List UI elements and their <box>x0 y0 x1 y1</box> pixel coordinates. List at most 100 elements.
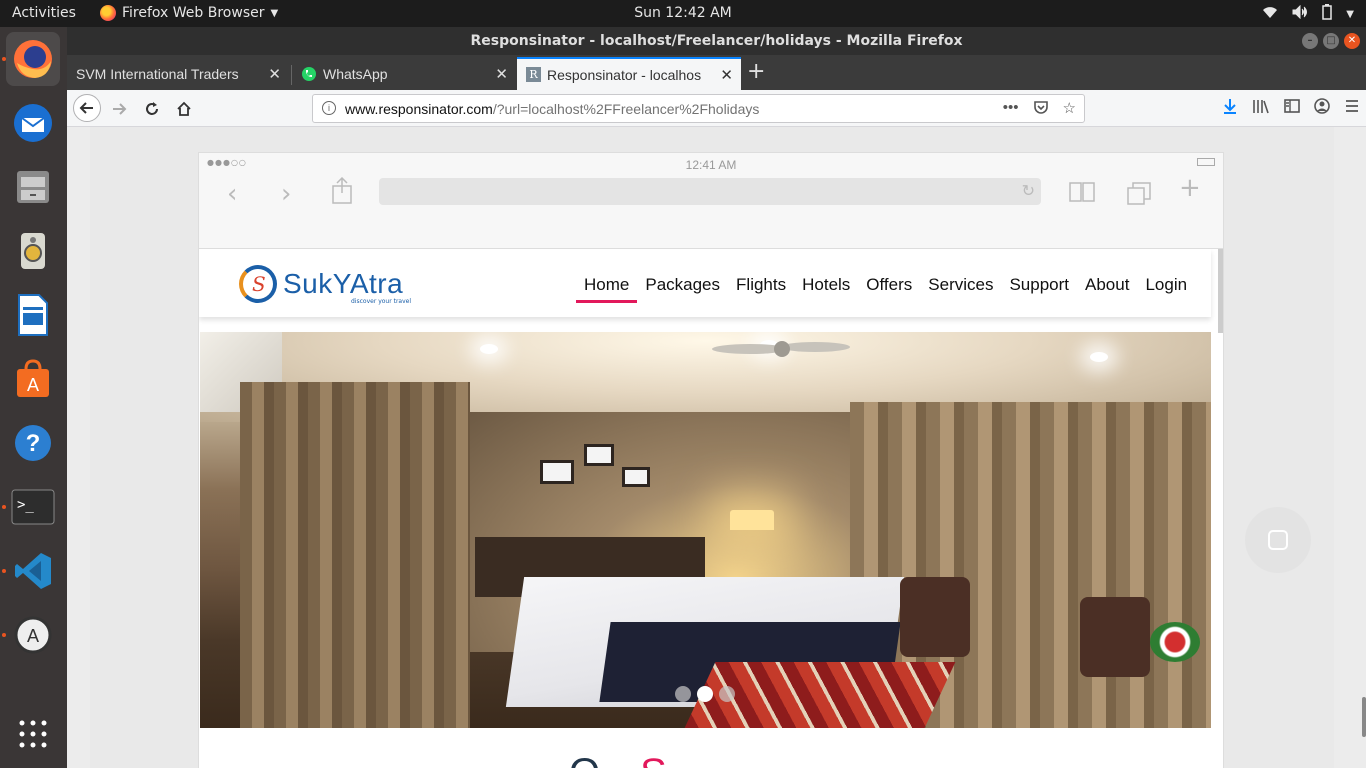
url-text[interactable]: www.responsinator.com/?url=localhost%2FF… <box>345 101 759 117</box>
info-icon[interactable]: i <box>322 101 336 115</box>
dock-help[interactable]: ? <box>6 416 60 470</box>
close-tab-icon[interactable]: ✕ <box>495 65 508 83</box>
app-menu-label: Firefox Web Browser <box>122 5 265 21</box>
reload-icon <box>146 102 158 115</box>
wall-frame <box>584 444 614 466</box>
dock-rhythmbox[interactable] <box>6 224 60 278</box>
floor-lamp <box>730 510 774 530</box>
safari-tabs-icon <box>1127 181 1153 209</box>
sukyatra-website: S SukYAtra discover your travel Home Pac… <box>199 249 1223 768</box>
file-cabinet-icon <box>17 171 49 203</box>
page-scrollbar[interactable] <box>1362 697 1366 737</box>
speaker-icon <box>21 233 45 269</box>
tab-label: Responsinator - localhos <box>547 66 702 83</box>
svg-text:A: A <box>27 375 39 395</box>
forward-button[interactable] <box>105 95 133 123</box>
home-button[interactable] <box>170 95 198 123</box>
dock-updater[interactable]: A <box>6 608 60 662</box>
gnome-top-bar: Activities Firefox Web Browser ▼ Sun 12:… <box>0 0 1366 27</box>
system-tray[interactable]: ▼ <box>1262 4 1354 24</box>
window-titlebar[interactable]: Responsinator - localhost/Freelancer/hol… <box>67 27 1366 55</box>
firefox-icon <box>100 5 116 21</box>
nav-hotels[interactable]: Hotels <box>794 275 858 295</box>
site-header: S SukYAtra discover your travel Home Pac… <box>199 249 1211 317</box>
help-icon: ? <box>15 425 51 461</box>
arrow-right-icon <box>113 103 127 115</box>
device-battery-icon <box>1197 158 1215 166</box>
chevron-down-icon: ▼ <box>1346 8 1354 20</box>
dock-thunderbird[interactable] <box>6 96 60 150</box>
section-heading-partial: OS <box>569 751 667 768</box>
nav-about[interactable]: About <box>1077 275 1137 295</box>
armchair <box>1080 597 1150 677</box>
dock-software[interactable]: A <box>6 352 60 406</box>
ceiling-light <box>1090 352 1108 362</box>
dock-files[interactable] <box>6 160 60 214</box>
back-button[interactable] <box>73 94 101 122</box>
nav-flights[interactable]: Flights <box>728 275 794 295</box>
dock-vscode[interactable] <box>6 544 60 598</box>
hamburger-menu-icon[interactable] <box>1344 98 1360 118</box>
svg-text:?: ? <box>26 430 41 457</box>
software-bag-icon: A <box>17 359 49 397</box>
bookmark-star-icon[interactable]: ☆ <box>1063 99 1076 119</box>
maximize-button[interactable]: □ <box>1323 33 1339 49</box>
site-scrollbar[interactable] <box>1218 249 1223 333</box>
armchair <box>900 577 970 657</box>
nav-offers[interactable]: Offers <box>858 275 920 295</box>
nav-support[interactable]: Support <box>1001 275 1077 295</box>
logo-mark: S <box>239 265 277 303</box>
tab-responsinator[interactable]: R Responsinator - localhos ✕ <box>517 57 741 90</box>
safari-forward-icon: › <box>281 179 292 209</box>
show-applications-button[interactable] <box>6 707 60 761</box>
curtain-left <box>240 382 470 728</box>
reload-button[interactable] <box>138 95 166 123</box>
minimize-button[interactable]: – <box>1302 33 1318 49</box>
downloads-icon[interactable] <box>1222 98 1238 118</box>
close-tab-icon[interactable]: ✕ <box>720 66 733 84</box>
simulated-browser-chrome: ●●●○○ 12:41 AM ‹ › ↻ + <box>199 153 1223 249</box>
nav-login[interactable]: Login <box>1137 275 1195 295</box>
dock-writer[interactable] <box>6 288 60 342</box>
nav-services[interactable]: Services <box>920 275 1001 295</box>
device-home-button[interactable] <box>1245 507 1311 573</box>
tab-whatsapp[interactable]: WhatsApp ✕ <box>292 57 516 90</box>
nav-packages[interactable]: Packages <box>637 275 728 295</box>
sidebar-icon[interactable] <box>1284 98 1300 118</box>
nav-home[interactable]: Home <box>576 275 638 303</box>
site-nav-menu: Home Packages Flights Hotels Offers Serv… <box>576 275 1195 303</box>
url-path: /?url=localhost%2FFreelancer%2Fholidays <box>492 101 760 117</box>
svg-text:>_: >_ <box>17 497 34 513</box>
thunderbird-icon <box>14 104 52 142</box>
clock[interactable]: Sun 12:42 AM <box>634 5 732 21</box>
home-icon <box>177 101 191 116</box>
activities-button[interactable]: Activities <box>12 5 76 21</box>
dock-firefox[interactable] <box>6 32 60 86</box>
slider-dot-active[interactable] <box>697 686 713 702</box>
account-icon[interactable] <box>1314 98 1330 118</box>
hero-slider[interactable] <box>200 332 1211 728</box>
vscode-icon <box>15 553 51 589</box>
library-icon[interactable] <box>1252 98 1270 118</box>
dock: A ? >_ A <box>0 27 67 768</box>
logo-text: SukYAtra <box>283 268 404 299</box>
slider-dot[interactable] <box>719 686 735 702</box>
sukyatra-logo[interactable]: S SukYAtra discover your travel <box>239 263 429 307</box>
slider-dot[interactable] <box>675 686 691 702</box>
close-window-button[interactable]: ✕ <box>1344 33 1360 49</box>
app-menu[interactable]: Firefox Web Browser ▼ <box>100 5 278 21</box>
dock-terminal[interactable]: >_ <box>6 480 60 534</box>
app-grid-icon <box>19 720 47 748</box>
close-tab-icon[interactable]: ✕ <box>268 65 281 83</box>
slider-indicators <box>675 686 735 702</box>
simulated-address-bar: ↻ <box>379 178 1041 205</box>
pocket-icon[interactable] <box>1033 99 1049 119</box>
new-tab-button[interactable]: + <box>747 59 765 84</box>
home-square-icon <box>1268 530 1288 550</box>
tab-svm[interactable]: SVM International Traders ✕ <box>67 57 289 90</box>
url-bar[interactable]: i www.responsinator.com/?url=localhost%2… <box>312 94 1085 123</box>
responsinator-favicon-icon: R <box>526 67 541 82</box>
battery-icon <box>1322 4 1333 24</box>
page-actions-icon[interactable]: ••• <box>1003 99 1019 119</box>
tab-label: WhatsApp <box>323 65 388 82</box>
